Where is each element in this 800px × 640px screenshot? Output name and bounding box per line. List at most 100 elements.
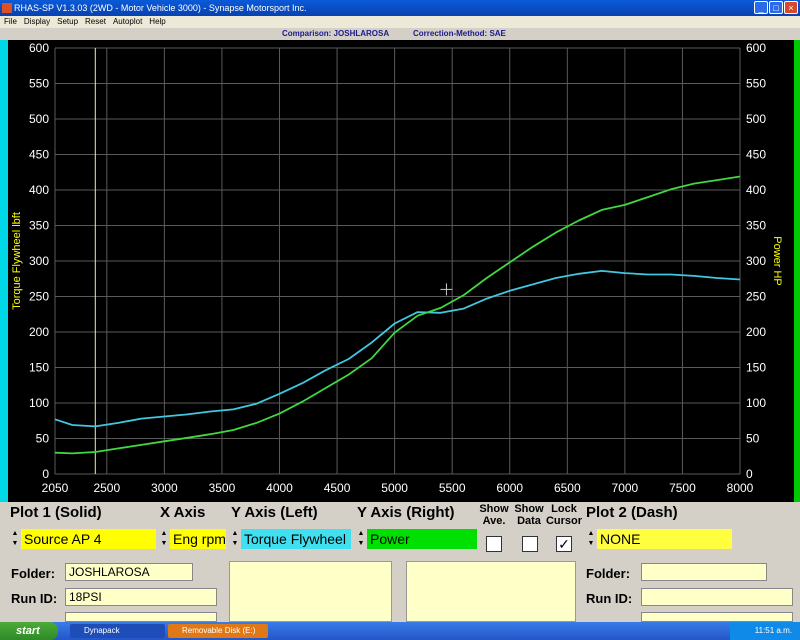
- plot2-label: Plot 2 (Dash): [586, 504, 678, 521]
- y-tick-label-left: 350: [29, 219, 49, 233]
- power-series-line: [54, 175, 741, 455]
- close-button[interactable]: ×: [784, 1, 798, 14]
- run2-date-field[interactable]: [641, 612, 793, 622]
- taskbar: start Dynapack Removable Disk (E:) 11:51…: [0, 622, 800, 640]
- y-tick-label-right: 150: [746, 361, 766, 375]
- yaxis-right-select[interactable]: Power: [367, 529, 477, 549]
- maximize-button[interactable]: □: [769, 1, 783, 14]
- y-axis-label-right: Power HP: [771, 236, 783, 286]
- spin-up-icon[interactable]: ▲: [230, 529, 240, 539]
- minimize-button[interactable]: _: [754, 1, 768, 14]
- lock-cursor-label: Lock Cursor: [545, 503, 583, 527]
- x-tick-label: 2050: [42, 481, 69, 495]
- runid-field[interactable]: 18PSI: [65, 588, 217, 606]
- runid2-label: Run ID:: [586, 591, 633, 606]
- y-tick-label-right: 550: [746, 77, 766, 91]
- x-tick-label: 6000: [496, 481, 523, 495]
- menu-autoplot[interactable]: Autoplot: [113, 17, 142, 26]
- menu-bar: File Display Setup Reset Autoplot Help: [0, 16, 800, 28]
- yaxis-left-select[interactable]: Torque Flywheel: [241, 529, 351, 549]
- window-title: RHAS-SP V1.3.03 (2WD - Motor Vehicle 300…: [14, 3, 307, 13]
- plot1-label: Plot 1 (Solid): [10, 504, 102, 521]
- run-date-field[interactable]: [65, 612, 217, 622]
- menu-setup[interactable]: Setup: [57, 17, 78, 26]
- y-tick-label-right: 50: [746, 432, 760, 446]
- runid-label: Run ID:: [11, 591, 58, 606]
- y-tick-label-right: 0: [746, 467, 753, 481]
- dyno-chart[interactable]: 0 0 50 50 100 100 150 150 200 200 250 250 300 300 350 3…: [0, 40, 800, 502]
- yaxis-left-label: Y Axis (Left): [231, 504, 318, 521]
- show-ave-label: Show Ave.: [479, 503, 509, 527]
- app-icon: [2, 3, 12, 13]
- start-button[interactable]: start: [0, 622, 58, 640]
- lock-cursor-checkbox[interactable]: ✓: [556, 536, 572, 552]
- title-bar: RHAS-SP V1.3.03 (2WD - Motor Vehicle 300…: [0, 0, 800, 16]
- system-tray-clock: 11:51 a.m.: [730, 622, 800, 640]
- y-tick-label-right: 350: [746, 219, 766, 233]
- x-tick-label: 7000: [612, 481, 639, 495]
- show-ave-checkbox[interactable]: [486, 536, 502, 552]
- info-bar: Comparison: JOSHLAROSA Correction-Method…: [0, 28, 800, 40]
- yright-spinner[interactable]: ▲ ▼: [356, 529, 366, 549]
- x-tick-label: 6500: [554, 481, 581, 495]
- y-tick-label-right: 600: [746, 41, 766, 55]
- x-tick-label: 3500: [209, 481, 236, 495]
- y-tick-label-right: 300: [746, 254, 766, 268]
- task-dynapack[interactable]: Dynapack: [70, 624, 165, 638]
- spin-down-icon[interactable]: ▼: [586, 539, 596, 549]
- y-axis-label-left: Torque Flywheel lbft: [11, 212, 23, 310]
- y-tick-label-right: 400: [746, 183, 766, 197]
- folder2-field[interactable]: [641, 563, 767, 581]
- x-tick-label: 4000: [266, 481, 293, 495]
- y-tick-label-left: 150: [29, 361, 49, 375]
- spin-up-icon[interactable]: ▲: [10, 529, 20, 539]
- spin-up-icon[interactable]: ▲: [159, 529, 169, 539]
- y-tick-label-left: 200: [29, 325, 49, 339]
- correction-text: Correction-Method: SAE: [413, 29, 506, 38]
- y-tick-label-left: 300: [29, 254, 49, 268]
- x-tick-label: 8000: [727, 481, 754, 495]
- folder-field[interactable]: JOSHLAROSA: [65, 563, 193, 581]
- y-tick-label-left: 100: [29, 396, 49, 410]
- y-tick-label-right: 100: [746, 396, 766, 410]
- control-panel: Plot 1 (Solid) X Axis Y Axis (Left) Y Ax…: [0, 502, 800, 622]
- plot2-spinner[interactable]: ▲ ▼: [586, 529, 596, 549]
- spin-down-icon[interactable]: ▼: [159, 539, 169, 549]
- menu-reset[interactable]: Reset: [85, 17, 106, 26]
- xaxis-select[interactable]: Eng rpm: [170, 529, 226, 549]
- spin-down-icon[interactable]: ▼: [230, 539, 240, 549]
- yleft-spinner[interactable]: ▲ ▼: [230, 529, 240, 549]
- y-tick-label-left: 600: [29, 41, 49, 55]
- menu-help[interactable]: Help: [149, 17, 165, 26]
- spin-down-icon[interactable]: ▼: [10, 539, 20, 549]
- x-tick-label: 4500: [324, 481, 351, 495]
- x-tick-label: 5500: [439, 481, 466, 495]
- notes-box-1[interactable]: [229, 561, 392, 622]
- y-tick-label-right: 500: [746, 112, 766, 126]
- dyno-plot-area[interactable]: 0 0 50 50 100 100 150 150 200 200 250 250 300 300 350 3…: [0, 40, 800, 502]
- spin-up-icon[interactable]: ▲: [356, 529, 366, 539]
- x-tick-label: 2500: [93, 481, 120, 495]
- folder-label: Folder:: [11, 566, 56, 581]
- xaxis-spinner[interactable]: ▲ ▼: [159, 529, 169, 549]
- folder2-label: Folder:: [586, 566, 631, 581]
- x-tick-label: 3000: [151, 481, 178, 495]
- spin-up-icon[interactable]: ▲: [586, 529, 596, 539]
- y-tick-label-right: 200: [746, 325, 766, 339]
- plot1-spinner[interactable]: ▲ ▼: [10, 529, 20, 549]
- y-tick-label-left: 500: [29, 112, 49, 126]
- notes-box-2[interactable]: [406, 561, 576, 622]
- plot2-select[interactable]: NONE: [597, 529, 732, 549]
- menu-file[interactable]: File: [4, 17, 17, 26]
- plot1-source-select[interactable]: Source AP 4: [21, 529, 156, 549]
- left-axis-strip: [0, 40, 8, 502]
- task-removable-disk[interactable]: Removable Disk (E:): [168, 624, 268, 638]
- xaxis-label: X Axis: [160, 504, 206, 521]
- x-tick-label: 7500: [669, 481, 696, 495]
- y-tick-label-left: 450: [29, 148, 49, 162]
- spin-down-icon[interactable]: ▼: [356, 539, 366, 549]
- runid2-field[interactable]: [641, 588, 793, 606]
- y-tick-label-left: 0: [42, 467, 49, 481]
- show-data-checkbox[interactable]: [522, 536, 538, 552]
- menu-display[interactable]: Display: [24, 17, 50, 26]
